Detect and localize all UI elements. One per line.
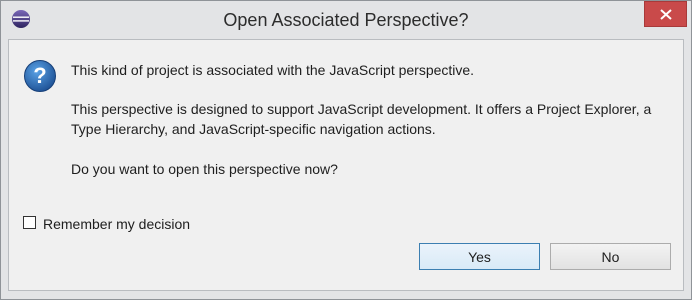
message-line-1: This kind of project is associated with …: [71, 62, 475, 78]
yes-button[interactable]: Yes: [419, 243, 540, 270]
window-title: Open Associated Perspective?: [223, 10, 469, 30]
close-button[interactable]: [644, 1, 687, 27]
svg-text:?: ?: [33, 63, 46, 88]
message-line-3: Do you want to open this perspective now…: [71, 161, 338, 177]
close-icon: [660, 9, 672, 20]
dialog-window: Open Associated Perspective? ? This kind…: [0, 0, 692, 300]
dialog-body: ? This kind of project is associated wit…: [8, 39, 684, 291]
question-icon: ?: [23, 59, 57, 93]
no-button[interactable]: No: [550, 243, 671, 270]
title-bar[interactable]: Open Associated Perspective?: [1, 1, 691, 39]
remember-decision-checkbox[interactable]: [23, 216, 36, 229]
message-line-2: This perspective is designed to support …: [71, 101, 652, 137]
remember-decision-label[interactable]: Remember my decision: [43, 215, 190, 233]
